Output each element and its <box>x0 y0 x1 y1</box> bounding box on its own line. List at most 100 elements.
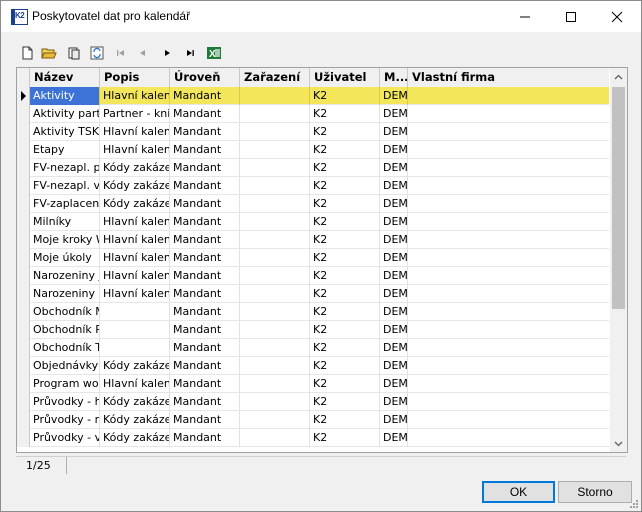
cell-uroven[interactable]: Mandant <box>170 393 240 411</box>
minimize-button[interactable] <box>502 1 548 32</box>
column-header-uzivatel[interactable]: Uživatel <box>310 68 380 87</box>
cell-popis[interactable]: Hlavní kalendář <box>100 213 170 231</box>
cell-mandant[interactable]: DEMO <box>380 195 408 213</box>
table-row[interactable]: Obchodník Tor Mandant K2DEMO <box>17 339 609 357</box>
column-header-mandant[interactable]: M... <box>380 68 408 87</box>
cell-nazev[interactable]: Narozeniny jen <box>30 267 100 285</box>
cell-vlastni-firma[interactable] <box>408 411 609 429</box>
cell-zarazeni[interactable] <box>240 195 310 213</box>
cell-uzivatel[interactable]: K2 <box>310 123 380 141</box>
cell-uroven[interactable]: Mandant <box>170 231 240 249</box>
scroll-down-button[interactable] <box>610 435 627 452</box>
cell-zarazeni[interactable] <box>240 339 310 357</box>
scroll-up-button[interactable] <box>610 68 627 85</box>
cell-nazev[interactable]: Obchodník Tor <box>30 339 100 357</box>
cell-zarazeni[interactable] <box>240 321 310 339</box>
cell-popis[interactable]: Hlavní kalendář <box>100 375 170 393</box>
cell-popis[interactable]: Hlavní kalendář <box>100 141 170 159</box>
cell-popis[interactable]: Hlavní kalendář <box>100 231 170 249</box>
cell-mandant[interactable]: DEMO <box>380 213 408 231</box>
table-row[interactable]: Obchodník Pol Mandant K2DEMO <box>17 321 609 339</box>
cell-uroven[interactable]: Mandant <box>170 285 240 303</box>
cell-uzivatel[interactable]: K2 <box>310 141 380 159</box>
cell-vlastni-firma[interactable] <box>408 159 609 177</box>
cell-nazev[interactable]: Aktivity TSK <box>30 123 100 141</box>
cell-nazev[interactable]: Moje kroky WF <box>30 231 100 249</box>
cell-mandant[interactable]: DEMO <box>380 285 408 303</box>
cell-uroven[interactable]: Mandant <box>170 195 240 213</box>
cell-nazev[interactable]: Průvodky - ve <box>30 429 100 447</box>
table-row[interactable]: Objednávky pKódy zakázekMandant K2DEMO <box>17 357 609 375</box>
cell-nazev[interactable]: Aktivity <box>30 87 100 105</box>
column-header-uroven[interactable]: Úroveň <box>170 68 240 87</box>
table-row[interactable]: Program worksHlavní kalendářMandant K2DEM… <box>17 375 609 393</box>
row-indicator[interactable] <box>17 249 30 267</box>
first-record-button[interactable] <box>113 45 129 61</box>
table-row[interactable]: MilníkyHlavní kalendářMandant K2DEMO <box>17 213 609 231</box>
cell-uroven[interactable]: Mandant <box>170 321 240 339</box>
cell-vlastni-firma[interactable] <box>408 195 609 213</box>
cell-vlastni-firma[interactable] <box>408 249 609 267</box>
table-row[interactable]: Narozeniny jenHlavní kalendářMandant K2DE… <box>17 267 609 285</box>
cell-uzivatel[interactable]: K2 <box>310 339 380 357</box>
cell-vlastni-firma[interactable] <box>408 303 609 321</box>
cell-nazev[interactable]: FV-nezapl. po <box>30 159 100 177</box>
row-indicator[interactable] <box>17 285 30 303</box>
column-header-vlastni-firma[interactable]: Vlastní firma <box>408 68 609 87</box>
cell-vlastni-firma[interactable] <box>408 357 609 375</box>
cell-uzivatel[interactable]: K2 <box>310 105 380 123</box>
row-indicator[interactable] <box>17 303 30 321</box>
cell-popis[interactable]: Kódy zakázek <box>100 357 170 375</box>
cell-zarazeni[interactable] <box>240 231 310 249</box>
cell-nazev[interactable]: Průvodky - ne <box>30 411 100 429</box>
vertical-scrollbar[interactable] <box>610 68 627 452</box>
last-record-button[interactable] <box>182 45 198 61</box>
cell-popis[interactable] <box>100 321 170 339</box>
cell-zarazeni[interactable] <box>240 357 310 375</box>
cell-uzivatel[interactable]: K2 <box>310 429 380 447</box>
cell-uzivatel[interactable]: K2 <box>310 411 380 429</box>
row-indicator[interactable] <box>17 213 30 231</box>
close-button[interactable] <box>594 1 640 32</box>
cell-uzivatel[interactable]: K2 <box>310 231 380 249</box>
cell-popis[interactable]: Hlavní kalendář <box>100 285 170 303</box>
cell-popis[interactable]: Hlavní kalendář <box>100 267 170 285</box>
row-indicator[interactable] <box>17 87 30 105</box>
cell-zarazeni[interactable] <box>240 141 310 159</box>
table-row[interactable]: Průvodky - veKódy zakázekMandant K2DEMO <box>17 429 609 447</box>
cell-zarazeni[interactable] <box>240 267 310 285</box>
cell-nazev[interactable]: Program works <box>30 375 100 393</box>
cell-vlastni-firma[interactable] <box>408 393 609 411</box>
cell-nazev[interactable]: Aktivity partner <box>30 105 100 123</box>
cell-uroven[interactable]: Mandant <box>170 429 240 447</box>
cell-vlastni-firma[interactable] <box>408 429 609 447</box>
cell-vlastni-firma[interactable] <box>408 213 609 231</box>
cell-zarazeni[interactable] <box>240 87 310 105</box>
cell-popis[interactable]: Kódy zakázek <box>100 159 170 177</box>
cancel-button[interactable]: Storno <box>558 481 632 503</box>
table-row[interactable]: AktivityHlavní kalendářMandant K2DEMO <box>17 87 609 105</box>
cell-uroven[interactable]: Mandant <box>170 177 240 195</box>
cell-popis[interactable]: Kódy zakázek <box>100 393 170 411</box>
cell-mandant[interactable]: DEMO <box>380 159 408 177</box>
row-indicator[interactable] <box>17 339 30 357</box>
cell-vlastni-firma[interactable] <box>408 339 609 357</box>
row-indicator[interactable] <box>17 375 30 393</box>
cell-mandant[interactable]: DEMO <box>380 303 408 321</box>
cell-nazev[interactable]: Milníky <box>30 213 100 231</box>
row-indicator[interactable] <box>17 195 30 213</box>
row-indicator[interactable] <box>17 105 30 123</box>
cell-nazev[interactable]: Narozeniny za <box>30 285 100 303</box>
row-indicator[interactable] <box>17 429 30 447</box>
cell-uroven[interactable]: Mandant <box>170 159 240 177</box>
cell-mandant[interactable]: DEMO <box>380 87 408 105</box>
cell-zarazeni[interactable] <box>240 159 310 177</box>
cell-uroven[interactable]: Mandant <box>170 87 240 105</box>
cell-zarazeni[interactable] <box>240 285 310 303</box>
cell-vlastni-firma[interactable] <box>408 321 609 339</box>
table-row[interactable]: Obchodník Mo Mandant K2DEMO <box>17 303 609 321</box>
cell-zarazeni[interactable] <box>240 249 310 267</box>
maximize-button[interactable] <box>548 1 594 32</box>
cell-uroven[interactable]: Mandant <box>170 249 240 267</box>
cell-mandant[interactable]: DEMO <box>380 411 408 429</box>
